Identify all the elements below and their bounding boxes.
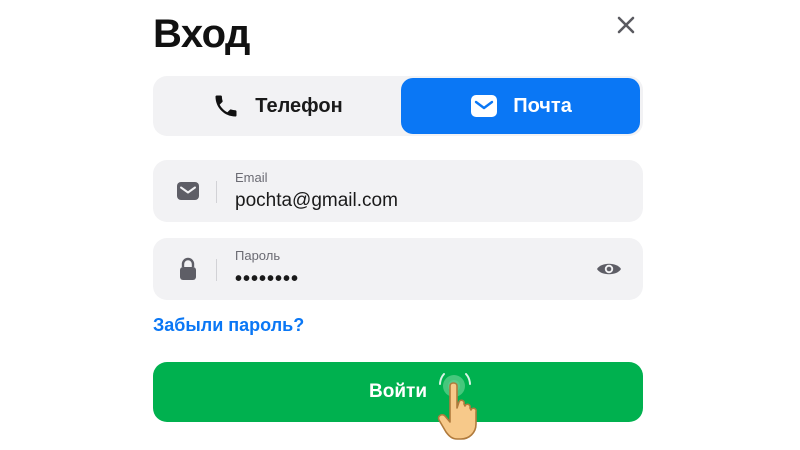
page-title: Вход <box>153 12 250 56</box>
pointer-hand-icon <box>437 373 477 440</box>
tab-email[interactable]: Почта <box>401 78 640 134</box>
tab-phone[interactable]: Телефон <box>155 78 399 134</box>
show-password-button[interactable] <box>595 256 623 282</box>
password-input[interactable]: •••••••• <box>235 268 299 291</box>
envelope-icon <box>175 179 201 203</box>
login-page: Вход Телефон Почта Email pochta@gmail.co… <box>0 0 800 450</box>
lock-icon <box>175 257 201 281</box>
close-button[interactable] <box>611 10 641 40</box>
email-input[interactable]: pochta@gmail.com <box>235 190 398 212</box>
eye-icon <box>597 263 621 275</box>
close-icon <box>617 16 635 34</box>
phone-icon <box>211 91 241 121</box>
password-field[interactable]: Пароль •••••••• <box>153 238 643 300</box>
forgot-password-link[interactable]: Забыли пароль? <box>153 315 304 336</box>
login-button-label: Войти <box>369 381 427 402</box>
email-field[interactable]: Email pochta@gmail.com <box>153 160 643 222</box>
tab-email-label: Почта <box>513 94 572 117</box>
field-divider <box>216 181 217 203</box>
email-field-label: Email <box>235 170 268 185</box>
login-method-tabs: Телефон Почта <box>153 76 643 136</box>
tab-phone-label: Телефон <box>255 94 343 117</box>
login-button[interactable]: Войти <box>153 362 643 422</box>
password-field-label: Пароль <box>235 248 281 263</box>
field-divider <box>216 259 217 281</box>
envelope-icon <box>469 91 499 121</box>
